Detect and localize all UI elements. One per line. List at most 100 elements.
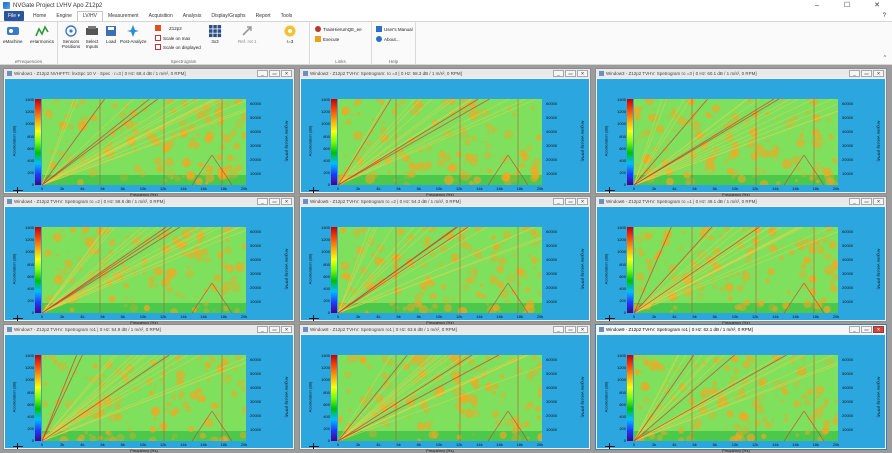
window-minimize-button[interactable]: _: [553, 198, 564, 205]
spectrogram-image[interactable]: [338, 227, 542, 313]
window-title-bar[interactable]: Window8 - Z12p2 TVHV: Spetrogram ro1 | 0…: [300, 325, 590, 334]
file-selector[interactable]: Z12p2: [155, 25, 182, 31]
cursor-crosshair-icon[interactable]: [605, 187, 615, 193]
select-inputs-button[interactable]: Select Inputs: [84, 24, 100, 49]
window-restore-button[interactable]: ▭: [861, 326, 872, 333]
window-minimize-button[interactable]: _: [257, 70, 268, 77]
sensors-positions-button[interactable]: Sensors Positions: [60, 24, 82, 49]
cursor-crosshair-icon[interactable]: [13, 443, 23, 449]
window-restore-button[interactable]: ▭: [269, 198, 280, 205]
spectrogram-image[interactable]: [338, 355, 542, 441]
window-minimize-button[interactable]: _: [553, 70, 564, 77]
scale-on-displayed-button[interactable]: Scale on displayed: [155, 44, 201, 50]
window-title-bar[interactable]: Window1 - Z12p2 NVHFFTI: lnxSpc 10 V · S…: [4, 69, 294, 78]
tab-lvhv[interactable]: LV/HV: [76, 11, 103, 21]
window-minimize-button[interactable]: _: [849, 70, 860, 77]
color-scale-bar[interactable]: [35, 99, 41, 185]
plot-area[interactable]: Acceleration (dB) 1400 1200 1000 800 600 400 2…: [597, 79, 885, 197]
window-restore-button[interactable]: ▭: [565, 198, 576, 205]
plot-area[interactable]: Acceleration (dB) 1400 1200 1000 800 600 400 2…: [301, 207, 589, 325]
load-button[interactable]: Load: [104, 24, 118, 44]
cursor-crosshair-icon[interactable]: [605, 315, 615, 321]
color-scale-bar[interactable]: [331, 99, 337, 185]
plot-area[interactable]: Acceleration (dB) 1400 1200 1000 800 600 400 2…: [597, 335, 885, 453]
cursor-crosshair-icon[interactable]: [13, 315, 23, 321]
window-minimize-button[interactable]: _: [849, 326, 860, 333]
execute-button[interactable]: Execute: [315, 36, 339, 42]
spectrogram-image[interactable]: [338, 99, 542, 185]
order-button[interactable]: r=3: [283, 24, 297, 44]
cursor-crosshair-icon[interactable]: [309, 187, 319, 193]
plot-area[interactable]: Acceleration (dB) 1400 1200 1000 800 600 400 2…: [5, 79, 293, 197]
window-close-button[interactable]: ✕: [281, 70, 292, 77]
plot-area[interactable]: Acceleration (dB) 1400 1200 1000 800 600 400 2…: [5, 335, 293, 453]
close-button[interactable]: ✕: [862, 0, 892, 11]
window-title-bar[interactable]: Window7 - Z12p2 TVHV: Spetrogram ro1 | 0…: [4, 325, 294, 334]
color-scale-bar[interactable]: [35, 355, 41, 441]
spectrogram-window-1[interactable]: Window1 - Z12p2 NVHFFTI: lnxSpc 10 V · S…: [3, 68, 295, 197]
window-minimize-button[interactable]: _: [257, 198, 268, 205]
tab-report[interactable]: Report: [251, 11, 276, 21]
window-minimize-button[interactable]: _: [553, 326, 564, 333]
window-restore-button[interactable]: ▭: [565, 70, 576, 77]
cursor-crosshair-icon[interactable]: [309, 315, 319, 321]
color-scale-bar[interactable]: [331, 227, 337, 313]
spectrogram-window-9[interactable]: Window9 - Z12p2 TVHV: Spetrogram ro1 | 0…: [595, 324, 887, 453]
plot-area[interactable]: Acceleration (dB) 1400 1200 1000 800 600 400 2…: [597, 207, 885, 325]
color-scale-bar[interactable]: [627, 99, 633, 185]
window-minimize-button[interactable]: _: [849, 198, 860, 205]
tab-engine[interactable]: Engine: [51, 11, 77, 21]
help-icon[interactable]: ?: [883, 11, 886, 21]
window-title-bar[interactable]: Window5 - Z12p2 TVHV: Spetrogram ro =2 |…: [300, 197, 590, 206]
window-close-button[interactable]: ✕: [577, 198, 588, 205]
window-restore-button[interactable]: ▭: [861, 198, 872, 205]
cursor-crosshair-icon[interactable]: [309, 443, 319, 449]
spectrogram-window-6[interactable]: Window6 - Z12p2 TVHV: Spetrogram ro =1 |…: [595, 196, 887, 325]
spectrogram-window-7[interactable]: Window7 - Z12p2 TVHV: Spetrogram ro1 | 0…: [3, 324, 295, 453]
window-close-button[interactable]: ✕: [281, 198, 292, 205]
about-button[interactable]: About...: [376, 36, 400, 42]
file-menu-button[interactable]: File ▾: [4, 11, 24, 21]
window-restore-button[interactable]: ▭: [269, 70, 280, 77]
spectrogram-image[interactable]: [634, 99, 838, 185]
emachine-button[interactable]: eMachine: [3, 24, 23, 44]
plot-area[interactable]: Acceleration (dB) 1400 1200 1000 800 600 400 2…: [301, 335, 589, 453]
color-scale-bar[interactable]: [627, 227, 633, 313]
window-title-bar[interactable]: Window6 - Z12p2 TVHV: Spetrogram ro =1 |…: [596, 197, 886, 206]
color-scale-bar[interactable]: [35, 227, 41, 313]
window-title-bar[interactable]: Window2 - Z12p2 TVHV: Spetrogram: ro =3 …: [300, 69, 590, 78]
post-analyze-button[interactable]: Post-Analyze: [120, 24, 147, 44]
link-trainhierum-button[interactable]: TrainHierumQE_ee: [315, 26, 362, 32]
spectrogram-window-3[interactable]: Window3 - Z12p2 TVHV: Spetrogram ro =3 |…: [595, 68, 887, 197]
window-close-button[interactable]: ✕: [577, 70, 588, 77]
cursor-crosshair-icon[interactable]: [13, 187, 23, 193]
window-minimize-button[interactable]: _: [257, 326, 268, 333]
spectrogram-image[interactable]: [42, 227, 246, 313]
spectrogram-window-2[interactable]: Window2 - Z12p2 TVHV: Spetrogram: ro =3 …: [299, 68, 591, 197]
spectrogram-window-8[interactable]: Window8 - Z12p2 TVHV: Spetrogram ro1 | 0…: [299, 324, 591, 453]
tab-measurement[interactable]: Measurement: [103, 11, 144, 21]
window-restore-button[interactable]: ▭: [861, 70, 872, 77]
scale-on-max-button[interactable]: Scale on max: [155, 35, 190, 41]
window-close-button[interactable]: ✕: [577, 326, 588, 333]
window-close-button[interactable]: ✕: [873, 70, 884, 77]
spectrogram-image[interactable]: [42, 99, 246, 185]
window-close-button[interactable]: ✕: [281, 326, 292, 333]
spectrogram-image[interactable]: [42, 355, 246, 441]
tab-home[interactable]: Home: [28, 11, 51, 21]
window-close-button[interactable]: ✕: [873, 198, 884, 205]
plot-area[interactable]: Acceleration (dB) 1400 1200 1000 800 600 400 2…: [5, 207, 293, 325]
ref-rot-button[interactable]: Ref. rot 1: [238, 24, 257, 44]
window-restore-button[interactable]: ▭: [269, 326, 280, 333]
window-title-bar[interactable]: Window9 - Z12p2 TVHV: Spetrogram ro1 | 0…: [596, 325, 886, 334]
color-scale-bar[interactable]: [331, 355, 337, 441]
tab-tools[interactable]: Tools: [276, 11, 298, 21]
collapse-ribbon-icon[interactable]: ^: [884, 55, 886, 61]
color-scale-bar[interactable]: [627, 355, 633, 441]
minimize-button[interactable]: –: [802, 0, 832, 11]
window-close-button[interactable]: ✕: [873, 326, 884, 333]
cursor-crosshair-icon[interactable]: [605, 443, 615, 449]
plot-area[interactable]: Acceleration (dB) 1400 1200 1000 800 600 400 2…: [301, 79, 589, 197]
maximize-button[interactable]: ☐: [832, 0, 862, 11]
tab-display-graphs[interactable]: Display/Graphs: [206, 11, 250, 21]
